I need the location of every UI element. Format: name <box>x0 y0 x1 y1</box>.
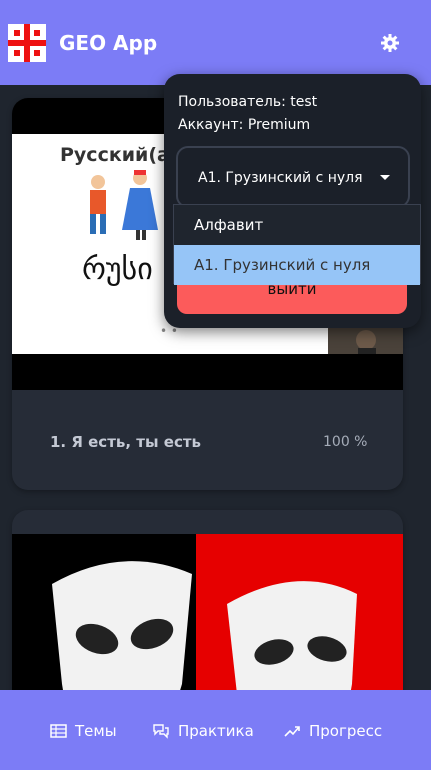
nav-topics-label: Темы <box>75 722 117 740</box>
georgia-flag-logo <box>8 24 46 62</box>
course-select-value: A1. Грузинский с нуля <box>198 170 363 186</box>
nav-topics[interactable]: Темы <box>50 722 117 740</box>
nav-practice-label: Практика <box>178 722 254 740</box>
thumbnail-georgian-word: რუსი <box>82 252 153 287</box>
lesson-title: 1. Я есть, ты есть <box>50 433 202 451</box>
table-icon <box>50 724 67 738</box>
chat-bubbles-icon <box>153 724 169 739</box>
course-select[interactable]: A1. Грузинский с нуля <box>176 146 410 208</box>
course-option-list: Алфавит A1. Грузинский с нуля <box>173 204 421 285</box>
account-line: Аккаунт: Premium <box>178 117 311 133</box>
bottom-nav: Темы Практика Прогресс <box>0 690 431 770</box>
caret-down-icon <box>380 175 390 180</box>
app-header: GEO App <box>0 0 431 85</box>
nav-progress[interactable]: Прогресс <box>284 722 382 740</box>
course-option[interactable]: Алфавит <box>174 205 420 245</box>
gear-icon[interactable] <box>380 33 400 53</box>
app-title: GEO App <box>59 31 158 55</box>
settings-dropdown: Пользователь: test Аккаунт: Premium A1. … <box>164 74 421 328</box>
course-option-selected[interactable]: A1. Грузинский с нуля <box>174 245 420 285</box>
course-option-label: Алфавит <box>194 216 264 234</box>
nav-practice[interactable]: Практика <box>152 722 254 740</box>
lesson-progress: 100 % <box>323 434 368 450</box>
nav-progress-label: Прогресс <box>309 722 383 740</box>
user-line: Пользователь: test <box>178 94 318 110</box>
trending-up-icon <box>284 726 300 737</box>
course-option-label: A1. Грузинский с нуля <box>194 256 371 274</box>
